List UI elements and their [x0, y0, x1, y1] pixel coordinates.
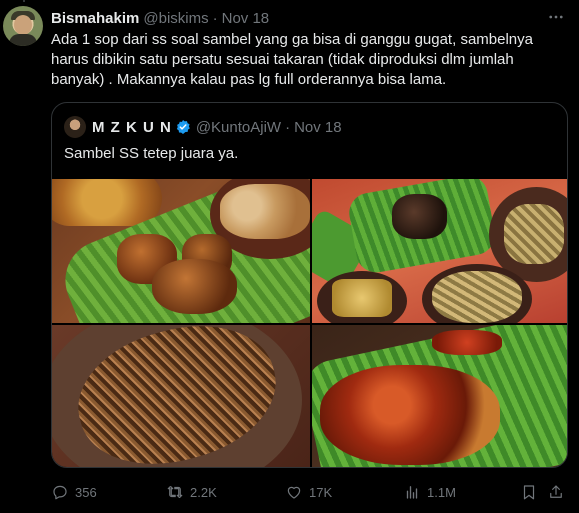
tweet-text: Ada 1 sop dari ss soal sambel yang ga bi… — [51, 31, 533, 88]
tweet-header: Bismahakim @biskims · Nov 18 — [51, 8, 269, 28]
food-photo-1[interactable] — [52, 179, 310, 323]
reply-count: 356 — [75, 484, 97, 500]
media-grid — [52, 179, 567, 467]
bookmark-button[interactable] — [520, 482, 538, 502]
quote-text: Sambel SS tetep juara ya. — [64, 145, 239, 162]
action-bar: 356 2.2K 17K 1.1M — [51, 482, 571, 502]
food-photo-3[interactable] — [52, 325, 310, 467]
tweet-date[interactable]: Nov 18 — [222, 10, 270, 27]
like-button[interactable]: 17K — [285, 482, 332, 502]
author-name[interactable]: Bismahakim — [51, 10, 139, 27]
quoted-tweet[interactable]: M Z K U N @KuntoAjiW · Nov 18 Sambel SS … — [51, 102, 568, 468]
heart-icon — [287, 486, 301, 499]
separator-dot: · — [212, 9, 218, 27]
bookmark-icon — [523, 485, 535, 500]
food-photo-4[interactable] — [312, 325, 567, 467]
verified-badge-icon — [176, 120, 190, 134]
like-count: 17K — [309, 484, 333, 500]
quote-author-name: M Z K U N — [92, 118, 172, 136]
author-avatar[interactable] — [3, 6, 43, 46]
retweet-button[interactable]: 2.2K — [166, 482, 217, 502]
view-count: 1.1M — [427, 484, 456, 500]
share-icon — [550, 485, 562, 498]
retweet-icon — [167, 485, 183, 499]
share-button[interactable] — [547, 482, 565, 502]
author-handle[interactable]: @biskims — [143, 10, 208, 27]
quote-author-avatar — [64, 116, 86, 138]
views-button[interactable]: 1.1M — [403, 482, 456, 502]
quote-date: Nov 18 — [294, 118, 342, 136]
quote-separator-dot: · — [285, 118, 291, 136]
quote-header: M Z K U N @KuntoAjiW · Nov 18 — [64, 116, 342, 138]
reply-icon — [53, 485, 67, 500]
thread-line — [23, 0, 25, 2]
more-dots-icon[interactable] — [545, 8, 567, 26]
quote-author-handle: @KuntoAjiW — [195, 118, 282, 136]
retweet-count: 2.2K — [190, 484, 217, 500]
food-photo-2[interactable] — [312, 179, 567, 323]
views-chart-icon — [406, 486, 418, 499]
reply-button[interactable]: 356 — [51, 482, 97, 502]
